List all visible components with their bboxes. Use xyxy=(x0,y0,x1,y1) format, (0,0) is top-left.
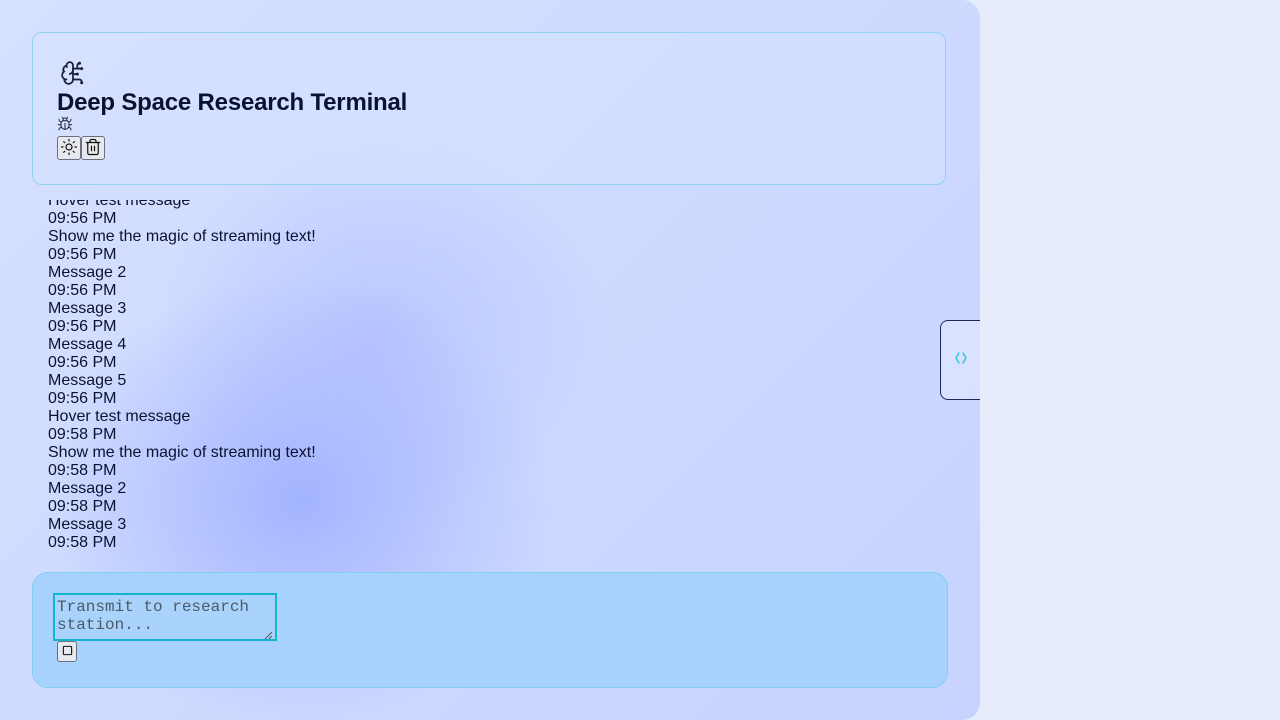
message-list[interactable]: Hover test message 09:56 PM Show me the … xyxy=(48,200,928,548)
code-brackets-icon xyxy=(953,350,969,371)
square-icon xyxy=(62,644,73,659)
message-text: Message 3 xyxy=(48,516,127,533)
message-timestamp: 09:56 PM xyxy=(48,282,117,299)
message-item: Message 4 09:56 PM xyxy=(48,336,316,372)
bug-icon[interactable] xyxy=(57,116,73,132)
message-item: Message 2 09:58 PM xyxy=(48,480,316,516)
message-text: Message 3 xyxy=(48,300,127,317)
message-timestamp: 09:56 PM xyxy=(48,210,117,227)
message-timestamp: 09:56 PM xyxy=(48,318,117,335)
message-item: Message 2 09:56 PM xyxy=(48,264,316,300)
message-item: Show me the magic of streaming text! 09:… xyxy=(48,228,316,264)
message-timestamp: 09:58 PM xyxy=(48,426,117,443)
page-title: Deep Space Research Terminal xyxy=(57,89,408,116)
message-item: Show me the magic of streaming text! 09:… xyxy=(48,444,316,480)
message-text: Message 2 xyxy=(48,480,127,497)
message-item: Message 3 09:56 PM xyxy=(48,300,316,336)
message-input[interactable] xyxy=(53,593,277,641)
message-text: Show me the magic of streaming text! xyxy=(48,228,316,245)
message-timestamp: 09:58 PM xyxy=(48,462,117,479)
sun-icon xyxy=(60,138,78,159)
brain-circuit-icon xyxy=(60,60,86,86)
message-text: Show me the magic of streaming text! xyxy=(48,444,316,461)
message-item: Message 5 09:56 PM xyxy=(48,372,316,408)
message-timestamp: 09:56 PM xyxy=(48,354,117,371)
message-text: Hover test message xyxy=(48,408,191,425)
message-text: Message 5 xyxy=(48,372,127,389)
message-timestamp: 09:56 PM xyxy=(48,390,117,407)
chat-panel: Deep Space Research Terminal Hover test … xyxy=(0,0,980,720)
message-text: Message 2 xyxy=(48,264,127,281)
send-button[interactable] xyxy=(57,641,77,662)
message-timestamp: 09:58 PM xyxy=(48,534,117,548)
resize-grip-icon[interactable] xyxy=(264,627,273,640)
message-timestamp: 09:56 PM xyxy=(48,246,117,263)
message-timestamp: 09:58 PM xyxy=(48,498,117,515)
message-item: Hover test message 09:56 PM xyxy=(48,200,316,228)
side-panel-toggle-button[interactable] xyxy=(940,320,980,400)
message-text: Message 4 xyxy=(48,336,127,353)
message-item: Message 3 09:58 PM xyxy=(48,516,316,548)
message-text: Hover test message xyxy=(48,200,191,209)
message-item: Hover test message 09:58 PM xyxy=(48,408,316,444)
trash-icon xyxy=(84,138,102,159)
message-list-inner: Hover test message 09:56 PM Show me the … xyxy=(48,200,316,548)
clear-chat-button[interactable] xyxy=(81,136,105,160)
theme-toggle-button[interactable] xyxy=(57,136,81,160)
